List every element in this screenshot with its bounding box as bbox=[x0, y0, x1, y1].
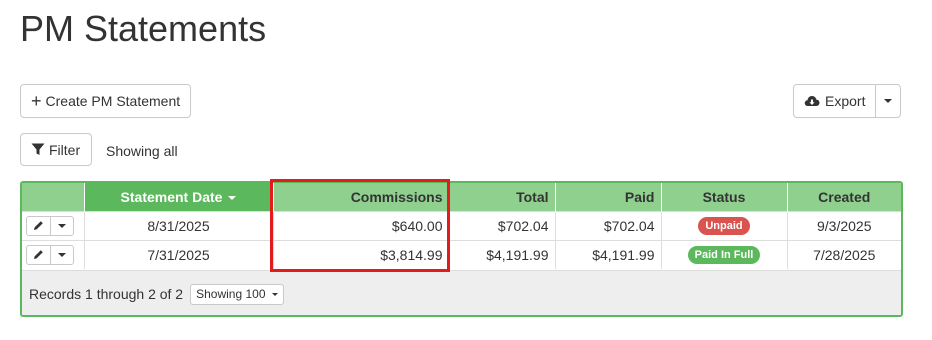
row-actions-dropdown[interactable] bbox=[50, 244, 74, 265]
filter-button[interactable]: Filter bbox=[20, 133, 93, 166]
edit-button[interactable] bbox=[26, 215, 51, 236]
cell-total: $702.04 bbox=[449, 210, 556, 240]
cell-status: Unpaid bbox=[661, 210, 788, 240]
chevron-down-icon bbox=[884, 99, 893, 103]
chevron-down-icon bbox=[58, 223, 66, 228]
cell-total: $4,191.99 bbox=[449, 239, 556, 269]
column-header-status[interactable]: Status bbox=[661, 183, 788, 211]
cell-status: Paid In Full bbox=[661, 239, 788, 269]
row-actions bbox=[22, 210, 85, 240]
table-header-row: Statement Date Commissions Total Paid St… bbox=[22, 183, 901, 211]
column-header-commissions[interactable]: Commissions bbox=[273, 183, 450, 211]
statements-table: Statement Date Commissions Total Paid St… bbox=[20, 181, 903, 317]
table-footer: Records 1 through 2 of 2 Showing 100 bbox=[22, 270, 901, 315]
cell-created: 7/28/2025 bbox=[787, 239, 901, 269]
chevron-down-icon bbox=[271, 292, 278, 296]
create-button-label: Create PM Statement bbox=[45, 93, 181, 109]
cell-paid: $702.04 bbox=[555, 210, 662, 240]
create-pm-statement-button[interactable]: + Create PM Statement bbox=[20, 84, 192, 118]
page-title: PM Statements bbox=[20, 8, 267, 49]
sort-desc-icon bbox=[228, 196, 237, 201]
export-dropdown-toggle[interactable] bbox=[875, 84, 902, 118]
export-button-label: Export bbox=[825, 93, 866, 109]
filter-icon bbox=[31, 143, 45, 156]
column-header-paid[interactable]: Paid bbox=[555, 183, 662, 211]
chevron-down-icon bbox=[58, 252, 66, 257]
filter-status-text: Showing all bbox=[106, 143, 178, 159]
cell-commissions: $3,814.99 bbox=[273, 239, 450, 269]
cloud-download-icon bbox=[804, 94, 820, 108]
pencil-icon bbox=[33, 218, 44, 234]
column-header-label: Statement Date bbox=[120, 188, 223, 205]
status-badge: Unpaid bbox=[698, 216, 750, 236]
table-row: 8/31/2025 $640.00 $702.04 $702.04 Unpaid… bbox=[22, 210, 901, 240]
cell-paid: $4,191.99 bbox=[555, 239, 662, 269]
cell-commissions: $640.00 bbox=[273, 210, 450, 240]
page-size-select[interactable]: Showing 100 bbox=[190, 283, 284, 305]
row-actions bbox=[22, 239, 85, 269]
page-size-label: Showing 100 bbox=[196, 287, 266, 301]
table-row: 7/31/2025 $3,814.99 $4,191.99 $4,191.99 … bbox=[22, 239, 901, 269]
column-header-total[interactable]: Total bbox=[449, 183, 556, 211]
cell-statement-date: 7/31/2025 bbox=[84, 239, 274, 269]
export-button[interactable]: Export bbox=[793, 84, 877, 118]
column-header-statement-date[interactable]: Statement Date bbox=[84, 183, 274, 211]
status-badge: Paid In Full bbox=[687, 246, 761, 265]
cell-statement-date: 8/31/2025 bbox=[84, 210, 274, 240]
column-header-created[interactable]: Created bbox=[787, 183, 901, 211]
plus-icon: + bbox=[31, 91, 42, 111]
filter-button-label: Filter bbox=[49, 141, 81, 158]
pencil-icon bbox=[33, 247, 44, 263]
edit-button[interactable] bbox=[26, 244, 51, 265]
records-count-text: Records 1 through 2 of 2 bbox=[29, 286, 184, 302]
cell-created: 9/3/2025 bbox=[787, 210, 901, 240]
export-button-group: Export bbox=[793, 84, 903, 118]
actions-column-header bbox=[22, 183, 85, 211]
row-actions-dropdown[interactable] bbox=[50, 215, 74, 236]
